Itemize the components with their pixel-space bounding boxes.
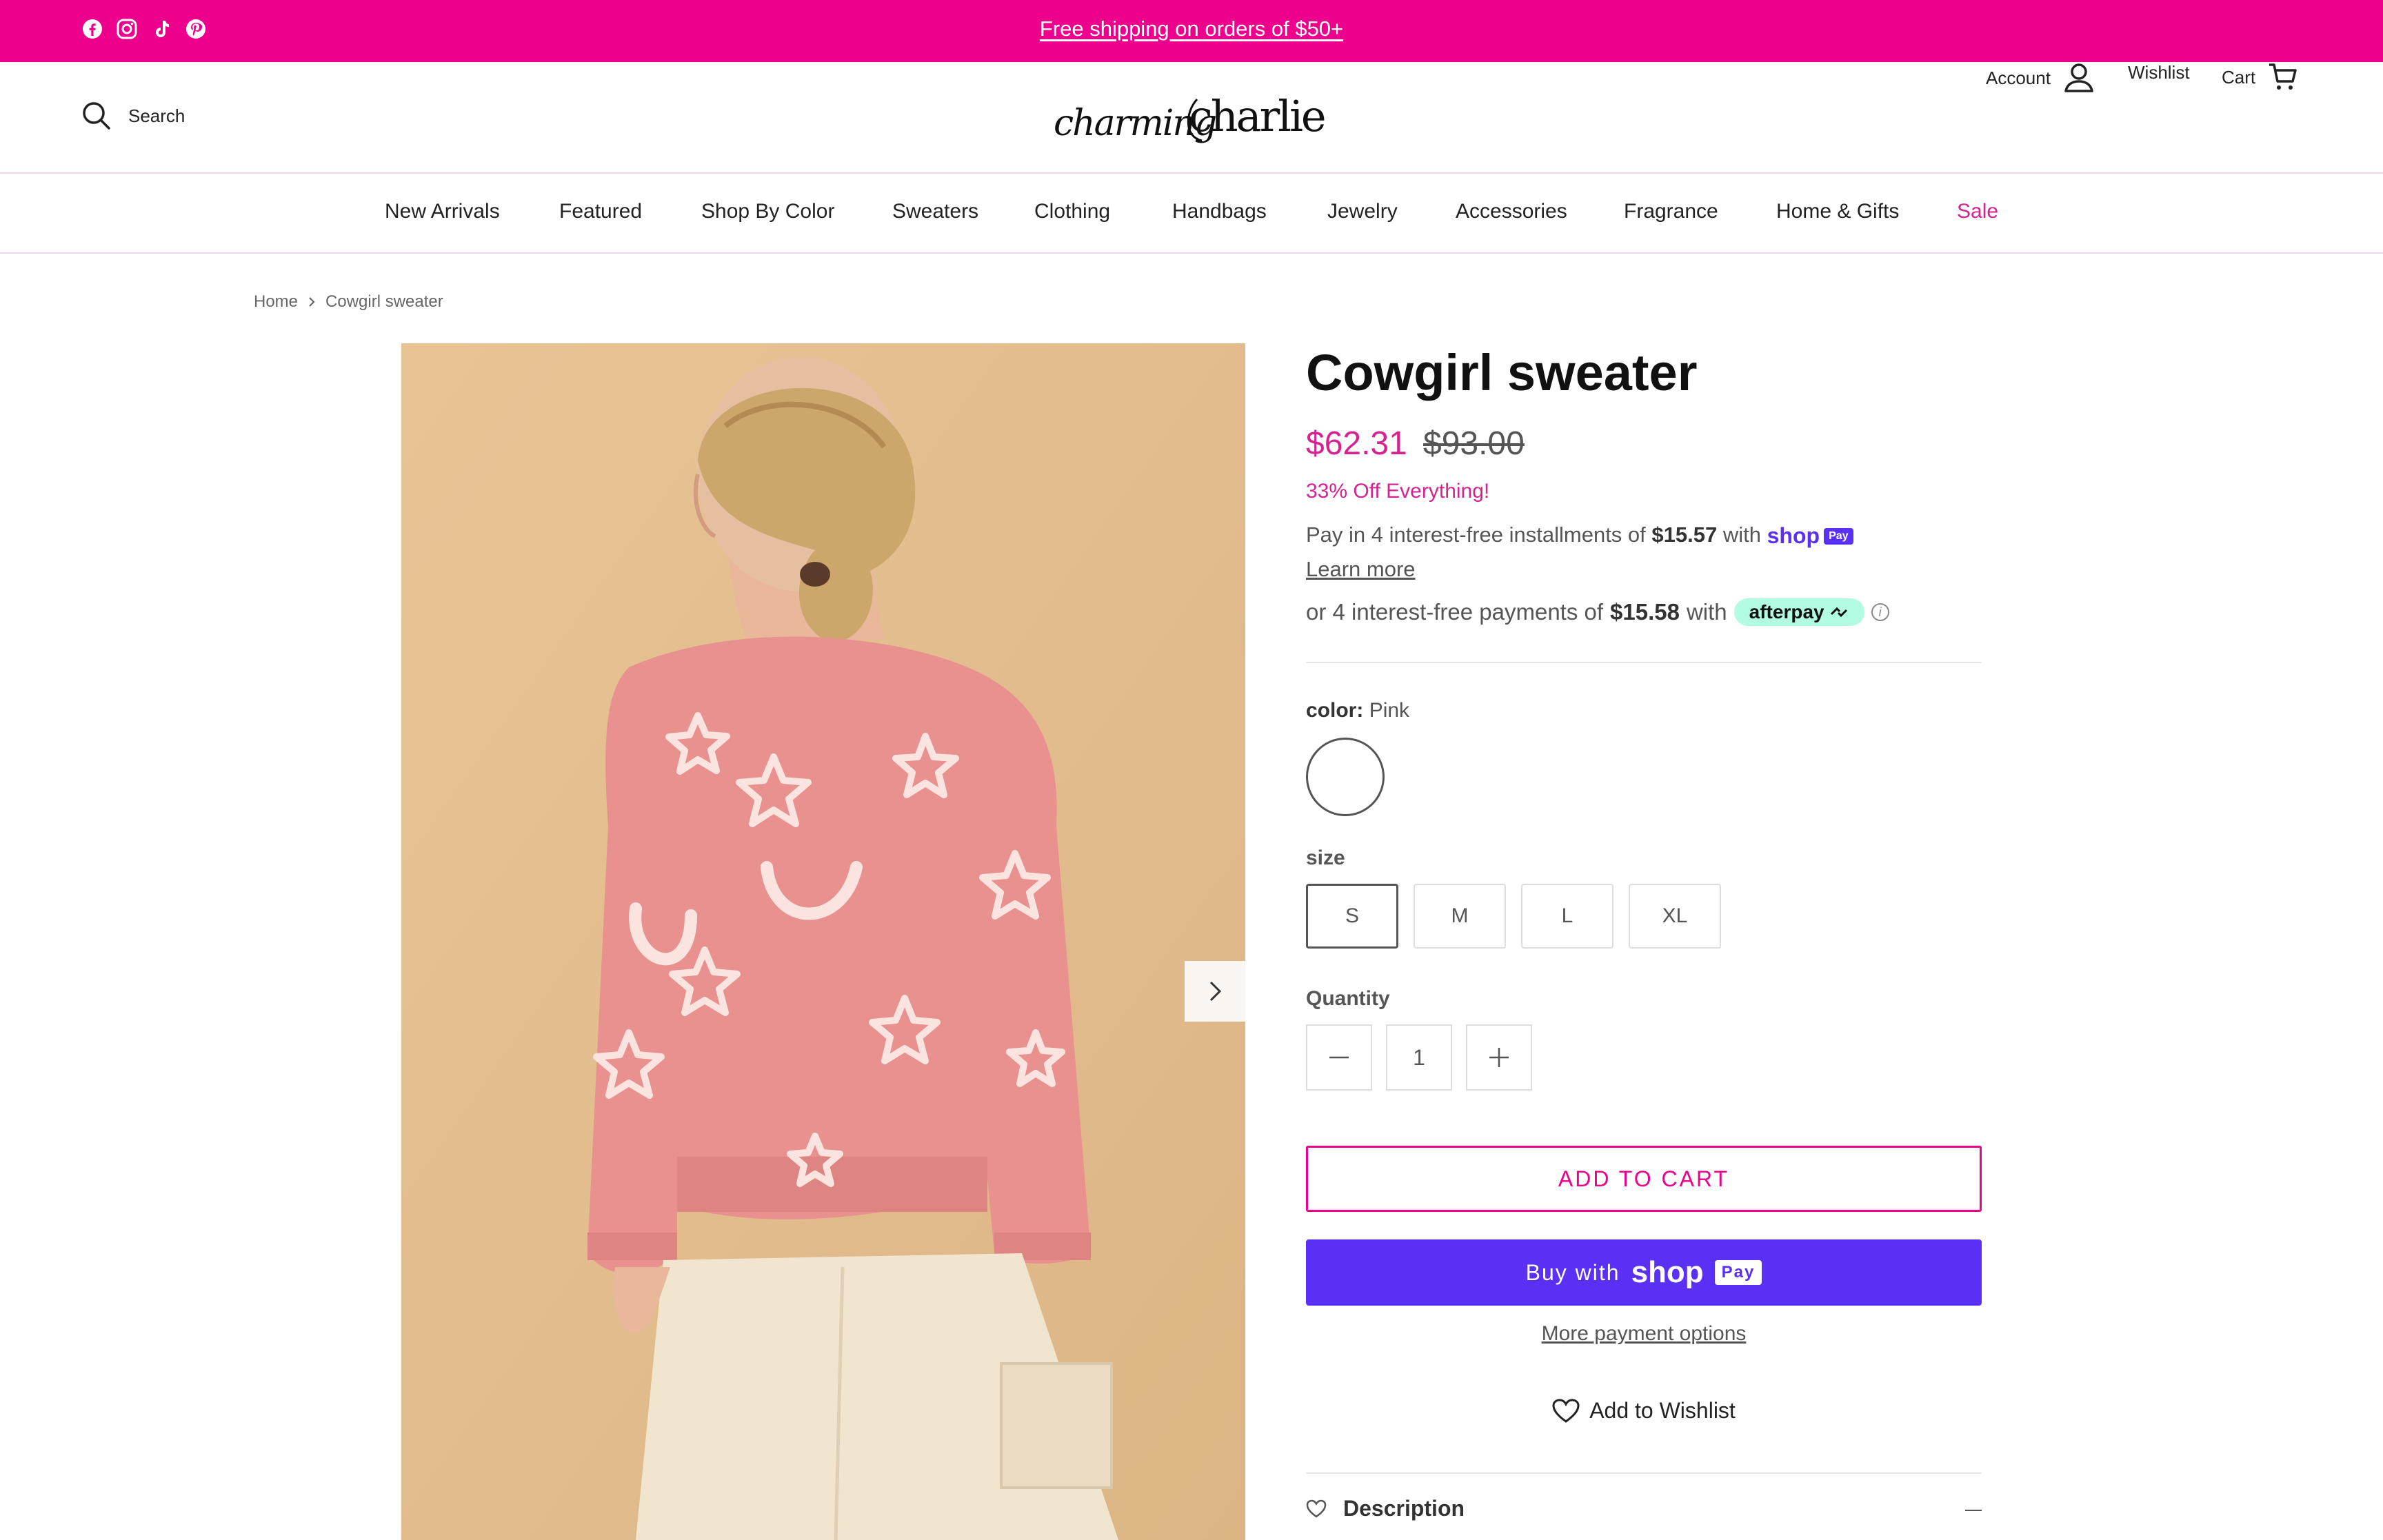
size-option-s[interactable]: S xyxy=(1306,884,1398,949)
user-icon xyxy=(2064,63,2093,92)
nav-featured[interactable]: Featured xyxy=(559,200,642,223)
size-option-l[interactable]: L xyxy=(1521,884,1613,949)
add-to-wishlist-button[interactable]: Add to Wishlist xyxy=(1306,1398,1982,1424)
breadcrumb-home[interactable]: Home xyxy=(254,292,298,312)
shop-pay-brand: shop xyxy=(1767,523,1820,549)
shop-pay-brand-large: shop xyxy=(1631,1255,1704,1289)
svg-text:charlie: charlie xyxy=(1189,91,1325,141)
announcement-link[interactable]: Free shipping on orders of $50+ xyxy=(0,17,2383,41)
quantity-decrease-button[interactable] xyxy=(1306,1024,1372,1091)
search-label: Search xyxy=(128,105,185,126)
wishlist-label: Wishlist xyxy=(2128,62,2190,83)
nav-sweaters[interactable]: Sweaters xyxy=(892,200,978,223)
wishlist-link[interactable]: Wishlist xyxy=(2128,62,2190,83)
chevron-right-icon xyxy=(309,297,315,307)
nav-shop-by-color[interactable]: Shop By Color xyxy=(701,200,834,223)
product-image[interactable] xyxy=(401,343,1245,1540)
collapse-icon xyxy=(1965,1510,1982,1511)
site-header: Search charming charlie Account Wishlist… xyxy=(0,62,2383,174)
heart-outline-icon xyxy=(1306,1499,1327,1518)
sale-price: $62.31 xyxy=(1306,425,1407,462)
add-to-wishlist-label: Add to Wishlist xyxy=(1589,1398,1736,1423)
shop-pay-logo: shop Pay xyxy=(1767,523,1853,549)
logo[interactable]: charming charlie xyxy=(1054,85,1329,154)
search-icon xyxy=(83,102,110,130)
size-label: size xyxy=(1306,847,1345,869)
nav-handbags[interactable]: Handbags xyxy=(1172,200,1267,223)
announcement-bar: Free shipping on orders of $50+ xyxy=(0,0,2383,62)
original-price: $93.00 xyxy=(1423,425,1525,462)
info-icon[interactable]: i xyxy=(1871,603,1889,621)
main-nav: New Arrivals Featured Shop By Color Swea… xyxy=(0,174,2383,254)
afterpay-prefix: or 4 interest-free payments of xyxy=(1306,599,1604,625)
shop-pay-installments: Pay in 4 interest-free installments of $… xyxy=(1306,523,1853,549)
color-label-key: color: xyxy=(1306,699,1364,722)
afterpay-amount: $15.58 xyxy=(1610,599,1680,625)
afterpay-installments: or 4 interest-free payments of $15.58 wi… xyxy=(1306,598,1889,626)
charming-charlie-logo: charming charlie xyxy=(1054,91,1327,144)
search-button[interactable]: Search xyxy=(81,101,185,131)
afterpay-arrows-icon xyxy=(1830,607,1847,618)
nav-new-arrivals[interactable]: New Arrivals xyxy=(385,200,500,223)
color-label: color: Pink xyxy=(1306,699,1409,722)
buy-with-label: Buy with xyxy=(1525,1259,1620,1285)
buy-with-shop-pay-button[interactable]: Buy with shop Pay xyxy=(1306,1239,1982,1306)
afterpay-brand: afterpay xyxy=(1749,601,1824,622)
product-photo xyxy=(401,343,1245,1540)
plus-icon xyxy=(1489,1048,1509,1067)
add-to-cart-button[interactable]: ADD TO CART xyxy=(1306,1146,1982,1212)
nav-accessories[interactable]: Accessories xyxy=(1456,200,1567,223)
cart-link[interactable]: Cart xyxy=(2222,62,2298,92)
size-option-m[interactable]: M xyxy=(1414,884,1506,949)
promo-text: 33% Off Everything! xyxy=(1306,480,1490,503)
pay-badge-large: Pay xyxy=(1714,1260,1762,1285)
color-value: Pink xyxy=(1369,699,1410,722)
description-accordion[interactable]: Description xyxy=(1306,1496,1982,1521)
nav-fragrance[interactable]: Fragrance xyxy=(1624,200,1718,223)
learn-more-link[interactable]: Learn more xyxy=(1306,557,1416,582)
next-image-button[interactable] xyxy=(1185,961,1245,1022)
quantity-label: Quantity xyxy=(1306,987,1390,1010)
quantity-increase-button[interactable] xyxy=(1466,1024,1532,1091)
divider xyxy=(1306,1472,1982,1474)
account-link[interactable]: Account xyxy=(1986,62,2095,94)
color-swatch-pink[interactable] xyxy=(1306,738,1385,816)
afterpay-with: with xyxy=(1686,599,1727,625)
breadcrumb-current: Cowgirl sweater xyxy=(325,292,443,311)
nav-jewelry[interactable]: Jewelry xyxy=(1327,200,1398,223)
installments-prefix: Pay in 4 interest-free installments of xyxy=(1306,523,1646,547)
minus-icon xyxy=(1329,1056,1349,1059)
account-label: Account xyxy=(1986,67,2051,88)
cart-icon xyxy=(2269,63,2297,90)
installments-amount: $15.57 xyxy=(1651,523,1718,547)
installments-with: with xyxy=(1722,523,1761,547)
chevron-right-icon xyxy=(1209,981,1222,1002)
description-label: Description xyxy=(1343,1496,1465,1521)
nav-clothing[interactable]: Clothing xyxy=(1034,200,1110,223)
divider xyxy=(1306,662,1982,663)
cart-label: Cart xyxy=(2222,66,2256,88)
pay-badge: Pay xyxy=(1824,527,1853,545)
nav-sale[interactable]: Sale xyxy=(1957,200,1998,223)
product-title: Cowgirl sweater xyxy=(1306,344,1698,401)
afterpay-logo: afterpay xyxy=(1733,598,1864,626)
quantity-input[interactable]: 1 xyxy=(1386,1024,1452,1091)
nav-home-gifts[interactable]: Home & Gifts xyxy=(1776,200,1899,223)
size-option-xl[interactable]: XL xyxy=(1629,884,1721,949)
heart-icon xyxy=(1552,1398,1580,1423)
more-payment-options-link[interactable]: More payment options xyxy=(1306,1322,1982,1346)
breadcrumb: Home Cowgirl sweater xyxy=(254,292,443,312)
